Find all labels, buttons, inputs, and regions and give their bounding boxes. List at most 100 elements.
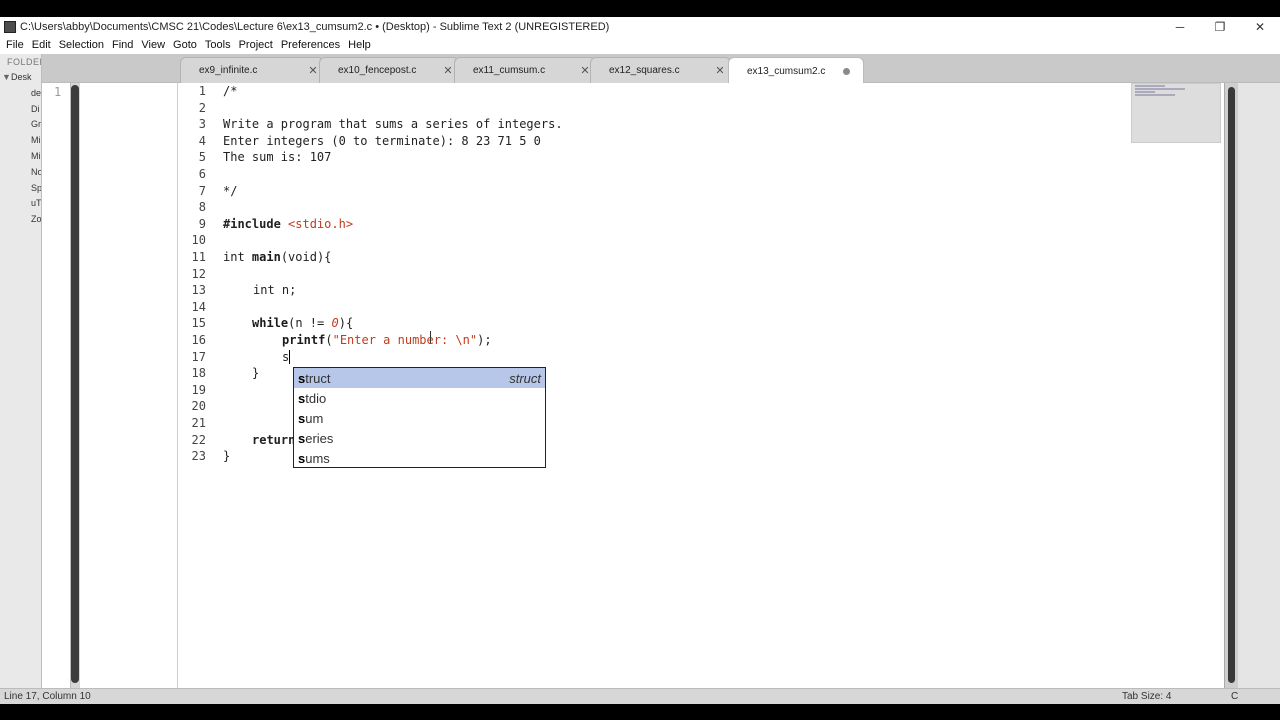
tab-ex10-fencepost[interactable]: ex10_fencepost.c ✕ — [319, 57, 459, 83]
code-line: 4 Enter integers (0 to terminate): 8 23 7… — [178, 133, 1078, 150]
code-fragment: ){ — [338, 316, 354, 331]
menu-goto[interactable]: Goto — [169, 39, 201, 51]
tab-ex11-cumsum[interactable]: ex11_cumsum.c ✕ — [454, 57, 596, 83]
maximize-button[interactable]: ❐ — [1200, 17, 1240, 36]
include-header: <stdio.h> — [288, 216, 354, 231]
tab-size-indicator[interactable]: Tab Size: 4 — [1122, 691, 1171, 702]
sidebar-item[interactable]: Gr — [0, 117, 41, 133]
syntax-indicator[interactable]: C — [1231, 691, 1238, 702]
editor-scrollbar[interactable] — [1224, 83, 1238, 688]
right-edge-panel — [1238, 83, 1280, 688]
minimap-line — [1135, 91, 1155, 93]
autocomplete-rest: eries — [305, 430, 334, 446]
sidebar-item[interactable]: No — [0, 164, 41, 180]
tab-strip: ex9_infinite.c ✕ ex10_fencepost.c ✕ ex11… — [42, 54, 1280, 84]
menu-tools[interactable]: Tools — [201, 39, 235, 51]
menu-project[interactable]: Project — [235, 39, 277, 51]
autocomplete-popup[interactable]: s truct struct s tdio s um s eries s ums — [293, 367, 546, 468]
i-beam-cursor-icon — [430, 331, 435, 343]
code-line: 1 /* — [178, 83, 1078, 100]
menu-file[interactable]: File — [2, 39, 28, 51]
menu-selection[interactable]: Selection — [55, 39, 108, 51]
code-fragment: ); — [477, 333, 492, 347]
code-fragment: (void){ — [280, 250, 332, 264]
line-number: 17 — [191, 349, 206, 364]
code-line: 15 while(n != 0){ — [178, 315, 1078, 332]
minimap-line — [1135, 94, 1175, 96]
function-name: main — [251, 250, 281, 264]
line-text: Write a program that sums a series of in… — [223, 117, 563, 132]
line-number: 6 — [198, 167, 206, 181]
autocomplete-item[interactable]: s um — [294, 408, 545, 428]
sidebar-item[interactable]: de — [0, 85, 41, 101]
sidebar-item[interactable]: Mi — [0, 148, 41, 164]
line-number: 23 — [191, 449, 206, 464]
line-number: 5 — [198, 150, 206, 165]
code-line: 10 — [178, 232, 1078, 249]
line-text: s — [282, 349, 291, 366]
sidebar-item[interactable]: Mi — [0, 132, 41, 148]
code-line: 11 int main(void){ — [178, 249, 1078, 266]
code-line: 17 s — [178, 349, 1078, 366]
unsaved-dot-icon[interactable] — [843, 67, 850, 75]
code-line: 8 — [178, 199, 1078, 216]
close-window-button[interactable]: ✕ — [1240, 17, 1280, 36]
status-bar: Line 17, Column 10 Tab Size: 4 C — [0, 688, 1280, 704]
sidebar-item[interactable]: Di — [0, 101, 41, 117]
minimize-button[interactable]: ─ — [1160, 17, 1200, 36]
left-group-pane: 1 — [42, 83, 178, 688]
tab-ex13-cumsum2[interactable]: ex13_cumsum2.c — [728, 57, 864, 84]
left-scroll-thumb[interactable] — [71, 85, 79, 683]
sidebar-item[interactable]: Zo — [0, 211, 41, 227]
autocomplete-item[interactable]: s truct struct — [294, 368, 545, 388]
autocomplete-rest: ums — [305, 450, 330, 466]
code-line: 2 — [178, 100, 1078, 117]
code-fragment: ( — [325, 333, 333, 347]
text-cursor — [289, 350, 291, 365]
tab-label: ex13_cumsum2.c — [747, 65, 826, 77]
code-line: 16 printf("Enter a number: \n"); — [178, 332, 1078, 349]
menu-find[interactable]: Find — [108, 39, 137, 51]
sidebar-item[interactable]: uT — [0, 196, 41, 212]
autocomplete-item[interactable]: s tdio — [294, 388, 545, 408]
menu-help[interactable]: Help — [344, 39, 375, 51]
menu-view[interactable]: View — [137, 39, 169, 51]
left-gutter — [42, 83, 70, 688]
autocomplete-rest: truct — [305, 370, 331, 386]
sidebar-folder-desktop[interactable]: ▼ Desk — [0, 69, 41, 85]
menu-bar: File Edit Selection Find View Goto Tools… — [0, 36, 1280, 54]
tab-ex12-squares[interactable]: ex12_squares.c ✕ — [590, 57, 731, 83]
line-text: int main(void){ — [223, 249, 331, 266]
code-line: 13 int n; — [178, 282, 1078, 299]
line-number: 16 — [191, 333, 206, 347]
code-fragment: (n != — [288, 316, 332, 331]
line-number: 20 — [191, 399, 206, 414]
tab-label: ex11_cumsum.c — [473, 65, 546, 76]
line-number: 8 — [198, 200, 206, 215]
screen-top-border — [0, 0, 1280, 17]
autocomplete-item[interactable]: s ums — [294, 448, 545, 468]
tab-close-icon[interactable]: ✕ — [710, 64, 730, 77]
line-number: 18 — [191, 366, 206, 381]
number-literal: 0 — [331, 316, 339, 331]
expand-triangle-icon[interactable]: ▼ — [2, 72, 11, 82]
minimap[interactable] — [1131, 83, 1221, 143]
autocomplete-hint: struct — [509, 370, 541, 386]
line-number: 2 — [198, 100, 206, 115]
function-call: printf — [282, 333, 326, 347]
sidebar-item[interactable]: Sp — [0, 180, 41, 196]
menu-preferences[interactable]: Preferences — [277, 39, 344, 51]
menu-edit[interactable]: Edit — [28, 39, 55, 51]
line-number: 9 — [198, 216, 206, 231]
code-line: 7 */ — [178, 183, 1078, 200]
while-keyword: while — [252, 316, 289, 331]
line-number: 7 — [198, 183, 206, 198]
line-text: int n; — [253, 283, 297, 298]
tab-ex9-infinite[interactable]: ex9_infinite.c ✕ — [180, 57, 324, 83]
line-text: */ — [223, 183, 238, 198]
editor-scroll-thumb[interactable] — [1228, 87, 1235, 683]
tab-label: ex12_squares.c — [609, 65, 680, 76]
autocomplete-match: s — [298, 370, 306, 386]
typed-text: s — [282, 349, 290, 364]
autocomplete-item[interactable]: s eries — [294, 428, 545, 448]
